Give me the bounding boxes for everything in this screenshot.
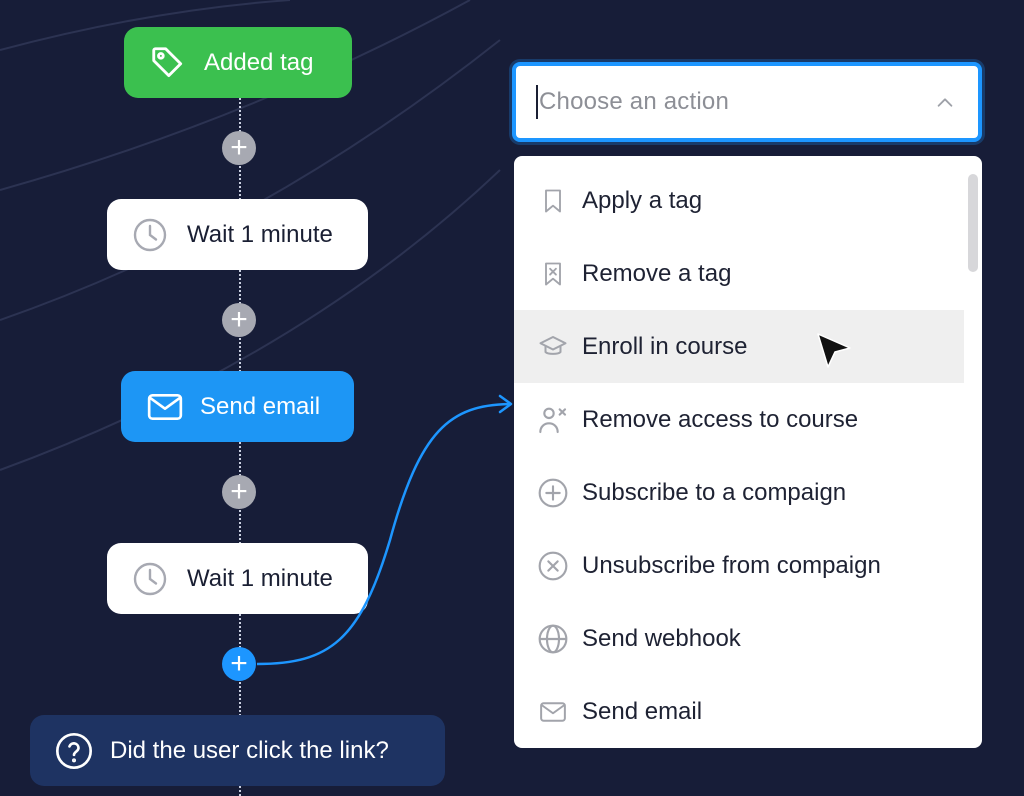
menu-item-label: Remove a tag (582, 259, 732, 287)
menu-item-label: Subscribe to a compaign (582, 478, 847, 506)
menu-item-apply-tag[interactable]: Apply a tag (514, 164, 964, 237)
menu-item-label: Send email (582, 697, 703, 725)
menu-item-unsubscribe-campaign[interactable]: Unsubscribe from compaign (514, 529, 964, 602)
x-circle-icon (536, 549, 570, 583)
menu-item-enroll-course[interactable]: Enroll in course (514, 310, 964, 383)
bookmark-icon (536, 184, 570, 218)
chevron-up-icon[interactable] (934, 92, 956, 119)
globe-icon (536, 622, 570, 656)
menu-item-label: Send webhook (582, 624, 741, 652)
user-x-icon (536, 403, 570, 437)
text-caret (536, 85, 538, 119)
graduation-cap-icon (536, 330, 570, 364)
plus-circle-icon (536, 476, 570, 510)
menu-item-label: Enroll in course (582, 332, 748, 360)
menu-item-remove-tag[interactable]: Remove a tag (514, 237, 964, 310)
menu-item-subscribe-campaign[interactable]: Subscribe to a compaign (514, 456, 964, 529)
menu-item-label: Remove access to course (582, 405, 859, 433)
menu-scrollbar-thumb[interactable] (968, 174, 978, 272)
bookmark-x-icon (536, 257, 570, 291)
action-select[interactable]: Choose an action (512, 62, 982, 142)
mail-icon (536, 695, 570, 729)
mouse-cursor-icon (817, 333, 851, 368)
action-select-placeholder: Choose an action (539, 88, 729, 115)
menu-item-remove-access[interactable]: Remove access to course (514, 383, 964, 456)
action-dropdown-menu: Apply a tag Remove a tag Enroll in cours… (514, 156, 982, 748)
menu-item-send-email[interactable]: Send email (514, 675, 964, 748)
menu-scrollbar[interactable] (964, 156, 982, 748)
menu-item-send-webhook[interactable]: Send webhook (514, 602, 964, 675)
menu-item-label: Apply a tag (582, 186, 703, 214)
menu-item-label: Unsubscribe from compaign (582, 551, 881, 579)
